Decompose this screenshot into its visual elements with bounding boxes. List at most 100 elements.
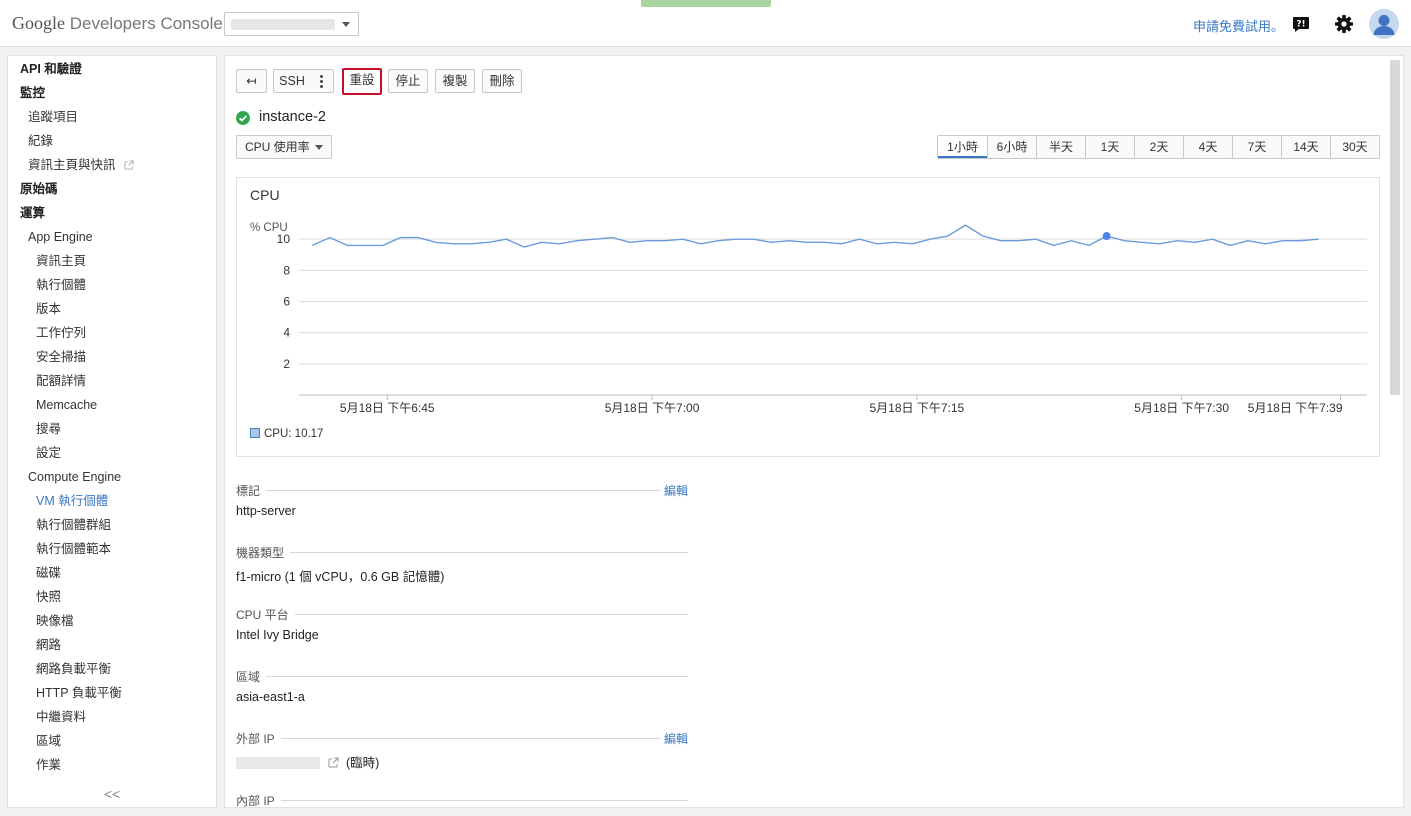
time-range-option[interactable]: 1小時: [938, 136, 987, 158]
detail-value: Intel Ivy Bridge: [236, 628, 319, 642]
sidebar-item-label: 快照: [36, 590, 62, 604]
stop-button[interactable]: 停止: [388, 69, 428, 93]
sidebar-item[interactable]: VM 執行個體: [8, 490, 108, 512]
detail-label: CPU 平台: [236, 606, 295, 623]
chart-legend[interactable]: CPU: 10.17: [250, 428, 323, 440]
time-range-option[interactable]: 6小時: [987, 136, 1036, 158]
scrollbar[interactable]: [1390, 60, 1400, 395]
cpu-series-line: [311, 224, 1319, 248]
sidebar-item[interactable]: 網路: [8, 634, 61, 656]
sidebar-item-label: 執行個體範本: [36, 542, 112, 556]
sidebar-item[interactable]: 資訊主頁與快訊: [8, 154, 134, 176]
sidebar-item[interactable]: 監控: [8, 82, 45, 104]
reset-button[interactable]: 重設: [342, 68, 382, 95]
sidebar-item-label: 磁碟: [36, 566, 62, 580]
metric-dropdown[interactable]: CPU 使用率: [236, 135, 332, 159]
sidebar-item-label: 工作佇列: [36, 326, 87, 340]
sidebar-item-label: 運算: [20, 206, 46, 220]
feedback-icon[interactable]: ?!: [1291, 14, 1311, 34]
sidebar-item[interactable]: API 和驗證: [8, 58, 82, 80]
y-tick-label: 10: [277, 232, 291, 246]
sidebar-item[interactable]: 運算: [8, 202, 45, 224]
time-range-option[interactable]: 14天: [1281, 136, 1330, 158]
sidebar-item[interactable]: HTTP 負載平衡: [8, 682, 122, 704]
sidebar-item[interactable]: 搜尋: [8, 418, 61, 440]
sidebar-item[interactable]: 版本: [8, 298, 61, 320]
sidebar-item[interactable]: 映像檔: [8, 610, 74, 632]
notification-bar: [641, 0, 771, 7]
sidebar-item-label: 設定: [36, 446, 62, 460]
sidebar-item[interactable]: 紀錄: [8, 130, 53, 152]
free-trial-link[interactable]: 申請免費試用。: [1193, 16, 1284, 35]
ssh-options-kebab-icon[interactable]: [310, 69, 334, 93]
hover-point-marker: [1102, 232, 1111, 241]
sidebar-item[interactable]: 安全掃描: [8, 346, 86, 368]
logo-product: Developers Console: [69, 14, 223, 33]
sidebar-item[interactable]: 執行個體: [8, 274, 86, 296]
sidebar-item[interactable]: 快照: [8, 586, 61, 608]
time-range-option[interactable]: 7天: [1232, 136, 1281, 158]
detail-external-ip: 外部 IP 編輯 (臨時): [236, 730, 688, 770]
sidebar-item[interactable]: 追蹤項目: [8, 106, 78, 128]
external-link-icon[interactable]: [328, 757, 339, 768]
sidebar-item[interactable]: Memcache: [8, 394, 97, 416]
detail-tags: 標記 編輯 http-server: [236, 482, 688, 518]
sidebar-item[interactable]: 磁碟: [8, 562, 61, 584]
console-logo[interactable]: Google Developers Console: [12, 13, 223, 34]
sidebar-item[interactable]: 執行個體群組: [8, 514, 111, 536]
detail-label: 標記: [236, 482, 267, 499]
sidebar-item[interactable]: 工作佇列: [8, 322, 86, 344]
sidebar-item-label: API 和驗證: [20, 62, 82, 76]
external-ip-redacted: [236, 757, 320, 769]
edit-external-ip-link[interactable]: 編輯: [659, 730, 688, 747]
sidebar-item[interactable]: 資訊主頁: [8, 250, 86, 272]
sidebar-item[interactable]: 網路負載平衡: [8, 658, 111, 680]
chart-title: CPU: [250, 187, 280, 203]
sidebar-item[interactable]: 執行個體範本: [8, 538, 111, 560]
settings-gear-icon[interactable]: [1334, 14, 1354, 34]
sidebar-item-label: 原始碼: [20, 182, 58, 196]
x-tick-label: 5月18日 下午7:30: [1134, 401, 1229, 415]
sidebar-item-label: 監控: [20, 86, 46, 100]
sidebar-item-label: VM 執行個體: [36, 494, 109, 508]
legend-swatch: [250, 428, 260, 438]
cpu-chart-card: 2 4 6 8 10 5月18日 下午6:45 5月18日 下午7:00 5月18日 下午7:…: [236, 177, 1380, 457]
sidebar-item-label: 搜尋: [36, 422, 62, 436]
sidebar-item-label: 網路: [36, 638, 62, 652]
delete-button[interactable]: 刪除: [482, 69, 522, 93]
chart-y-axis-label: % CPU: [250, 222, 288, 234]
sidebar-item-label: HTTP 負載平衡: [36, 686, 122, 700]
sidebar-item-label: 區域: [36, 734, 62, 748]
external-ip-type: (臨時): [346, 756, 380, 770]
ssh-button[interactable]: SSH: [273, 69, 311, 93]
detail-value: (臨時): [236, 752, 379, 771]
cpu-chart: 2 4 6 8 10 5月18日 下午6:45 5月18日 下午7:00 5月18日 下午7:…: [277, 224, 1367, 415]
detail-label: 內部 IP: [236, 792, 281, 807]
time-range-option[interactable]: 30天: [1330, 136, 1379, 158]
y-tick-label: 6: [283, 295, 290, 309]
status-ok-check-icon: [236, 111, 250, 125]
edit-tags-link[interactable]: 編輯: [659, 482, 688, 499]
sidebar-item[interactable]: 原始碼: [8, 178, 58, 200]
sidebar-item[interactable]: 區域: [8, 730, 61, 752]
sidebar-item[interactable]: Compute Engine: [8, 466, 121, 488]
time-range-option[interactable]: 4天: [1183, 136, 1232, 158]
project-selector[interactable]: [224, 12, 359, 36]
sidebar-item[interactable]: 中繼資料: [8, 706, 86, 728]
time-range-option[interactable]: 1天: [1085, 136, 1134, 158]
time-range-option[interactable]: 半天: [1036, 136, 1085, 158]
sidebar-item[interactable]: App Engine: [8, 226, 93, 248]
back-button[interactable]: ↤: [236, 69, 267, 93]
sidebar-item-label: 安全掃描: [36, 350, 87, 364]
collapse-sidebar-button[interactable]: <<: [8, 781, 216, 807]
metric-dropdown-value: CPU 使用率: [245, 140, 310, 154]
time-range-option[interactable]: 2天: [1134, 136, 1183, 158]
y-tick-label: 2: [283, 357, 290, 371]
account-avatar-icon[interactable]: [1369, 9, 1399, 39]
sidebar-item[interactable]: 設定: [8, 442, 61, 464]
y-tick-label: 4: [283, 326, 290, 340]
sidebar-item[interactable]: 配額詳情: [8, 370, 86, 392]
sidebar-item-label: 作業: [36, 758, 62, 772]
sidebar-item[interactable]: 作業: [8, 754, 61, 776]
clone-button[interactable]: 複製: [435, 69, 475, 93]
